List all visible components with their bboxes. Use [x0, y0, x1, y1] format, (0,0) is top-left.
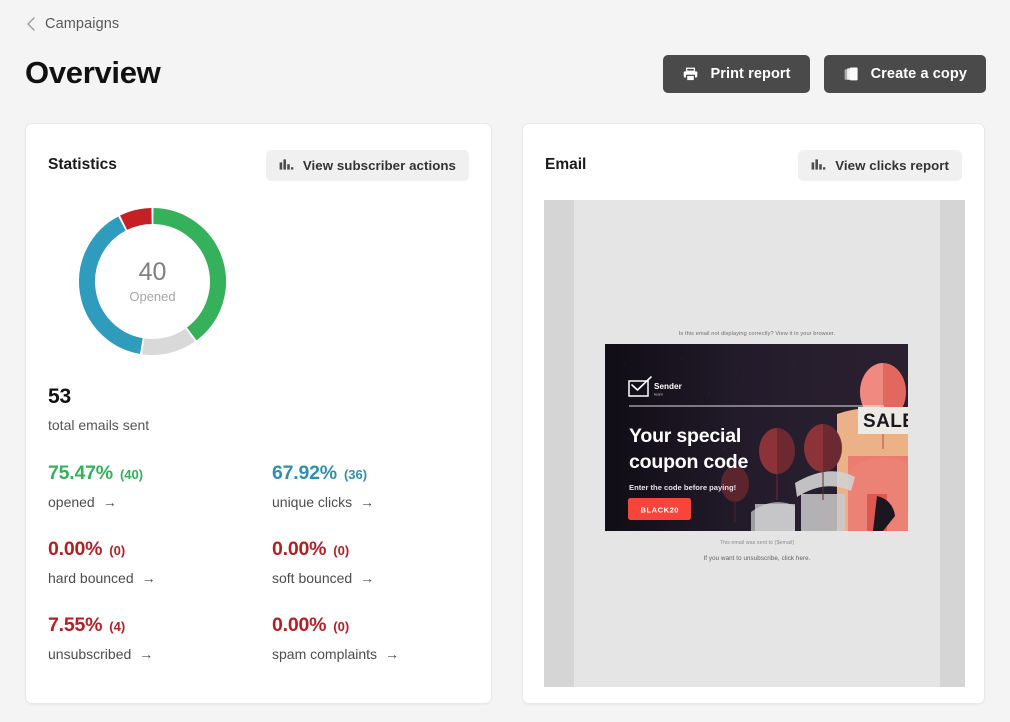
metric-value: 0.00% (0) — [272, 614, 473, 637]
metric-link[interactable]: unsubscribed → — [48, 646, 272, 662]
metric-count: (4) — [109, 619, 126, 634]
metric-link[interactable]: opened → — [48, 494, 272, 510]
donut-center-label: Opened — [129, 288, 176, 304]
statistics-card: Statistics View subscriber actions 40 Op… — [25, 123, 492, 704]
bar-chart-icon — [811, 158, 826, 172]
metric-count: (0) — [109, 543, 126, 558]
arrow-right-icon: → — [102, 494, 117, 510]
statistics-card-header: Statistics View subscriber actions — [26, 124, 491, 184]
breadcrumb[interactable]: Campaigns — [26, 14, 119, 34]
print-report-button[interactable]: Print report — [663, 55, 810, 93]
metric-link[interactable]: soft bounced → — [272, 570, 473, 586]
email-footer-unsubscribe[interactable]: If you want to unsubscribe, click here. — [574, 555, 940, 562]
total-emails-block: 53 total emails sent — [48, 385, 491, 433]
donut-center: 40 Opened — [75, 204, 230, 359]
email-title: Email — [545, 156, 587, 173]
metric-item-unique-clicks: 67.92% (36) unique clicks → — [272, 462, 473, 510]
create-a-copy-button[interactable]: Create a copy — [823, 55, 986, 93]
total-emails-value: 53 — [48, 385, 71, 408]
view-clicks-report-label: View clicks report — [835, 157, 949, 173]
metric-link[interactable]: spam complaints → — [272, 646, 473, 662]
svg-text:Sender: Sender — [654, 382, 683, 391]
view-subscriber-actions-button[interactable]: View subscriber actions — [265, 149, 469, 181]
svg-text:SALE: SALE — [863, 411, 908, 432]
metric-percent: 0.00% — [48, 538, 103, 560]
svg-text:BLACK20: BLACK20 — [641, 506, 680, 515]
metric-item-soft-bounced: 0.00% (0) soft bounced → — [272, 538, 473, 586]
bar-chart-icon — [279, 158, 294, 172]
metric-label: unique clicks — [272, 494, 353, 510]
metric-item-opened: 75.47% (40) opened → — [48, 462, 272, 510]
printer-icon — [682, 66, 699, 83]
metric-label: soft bounced — [272, 570, 353, 586]
arrow-right-icon: → — [360, 494, 375, 510]
metric-value: 67.92% (36) — [272, 462, 473, 485]
metric-count: (36) — [343, 467, 368, 482]
donut-chart: 40 Opened — [75, 204, 230, 359]
metric-link[interactable]: hard bounced → — [48, 570, 272, 586]
metric-value: 75.47% (40) — [48, 462, 272, 485]
email-card-header: Email View clicks report — [523, 124, 984, 184]
email-hero-image: SALE Sender team — [605, 344, 908, 531]
breadcrumb-label[interactable]: Campaigns — [45, 16, 119, 32]
arrow-right-icon: → — [360, 570, 375, 586]
sale-badge: SALE — [858, 407, 908, 434]
metric-value: 0.00% (0) — [48, 538, 272, 561]
svg-text:Enter the code before paying!: Enter the code before paying! — [629, 483, 736, 492]
chevron-left-icon — [26, 17, 36, 31]
metric-label: hard bounced — [48, 570, 134, 586]
metric-count: (40) — [119, 467, 144, 482]
email-preview-page: Is this email not displaying correctly? … — [574, 200, 940, 687]
copy-icon — [843, 66, 860, 83]
view-subscriber-actions-label: View subscriber actions — [302, 157, 456, 173]
metric-link[interactable]: unique clicks → — [272, 494, 473, 510]
metric-count: (0) — [333, 543, 350, 558]
email-footer: This email was sent to {$email} If you w… — [574, 540, 940, 562]
svg-text:coupon code: coupon code — [629, 451, 748, 473]
svg-text:Your special: Your special — [629, 425, 741, 447]
metric-percent: 0.00% — [272, 538, 327, 560]
cards-container: Statistics View subscriber actions 40 Op… — [25, 123, 985, 704]
statistics-title: Statistics — [48, 156, 117, 173]
metric-label: opened — [48, 494, 95, 510]
metrics-grid: 75.47% (40) opened → 67.92% (36) unique clicks… — [48, 462, 491, 662]
view-clicks-report-button[interactable]: View clicks report — [798, 149, 962, 181]
header-actions: Print report Create a copy — [663, 55, 986, 93]
metric-label: spam complaints — [272, 646, 378, 662]
arrow-right-icon: → — [385, 646, 400, 662]
arrow-right-icon: → — [141, 570, 156, 586]
metric-label: unsubscribed — [48, 646, 132, 662]
email-card: Email View clicks report Is this email n… — [522, 123, 985, 704]
svg-text:team: team — [654, 392, 664, 397]
metric-value: 0.00% (0) — [272, 538, 473, 561]
print-report-label: Print report — [710, 66, 791, 82]
metric-percent: 75.47% — [48, 462, 113, 484]
page-title: Overview — [25, 55, 161, 90]
metric-item-hard-bounced: 0.00% (0) hard bounced → — [48, 538, 272, 586]
metric-item-spam-complaints: 0.00% (0) spam complaints → — [272, 614, 473, 662]
create-a-copy-label: Create a copy — [870, 66, 967, 82]
email-footer-sent-to: This email was sent to {$email} — [719, 540, 795, 546]
email-preview[interactable]: Is this email not displaying correctly? … — [544, 200, 965, 687]
metric-count: (0) — [333, 619, 350, 634]
donut-center-value: 40 — [138, 258, 167, 287]
metric-percent: 0.00% — [272, 614, 327, 636]
metric-percent: 67.92% — [272, 462, 337, 484]
metric-percent: 7.55% — [48, 614, 103, 636]
metric-value: 7.55% (4) — [48, 614, 272, 637]
overview-page: Campaigns Overview Print report Create a… — [0, 0, 1010, 722]
email-view-in-browser-text: Is this email not displaying correctly? … — [678, 331, 836, 337]
total-emails-label: total emails sent — [48, 417, 150, 433]
metric-item-unsubscribed: 7.55% (4) unsubscribed → — [48, 614, 272, 662]
arrow-right-icon: → — [139, 646, 154, 662]
